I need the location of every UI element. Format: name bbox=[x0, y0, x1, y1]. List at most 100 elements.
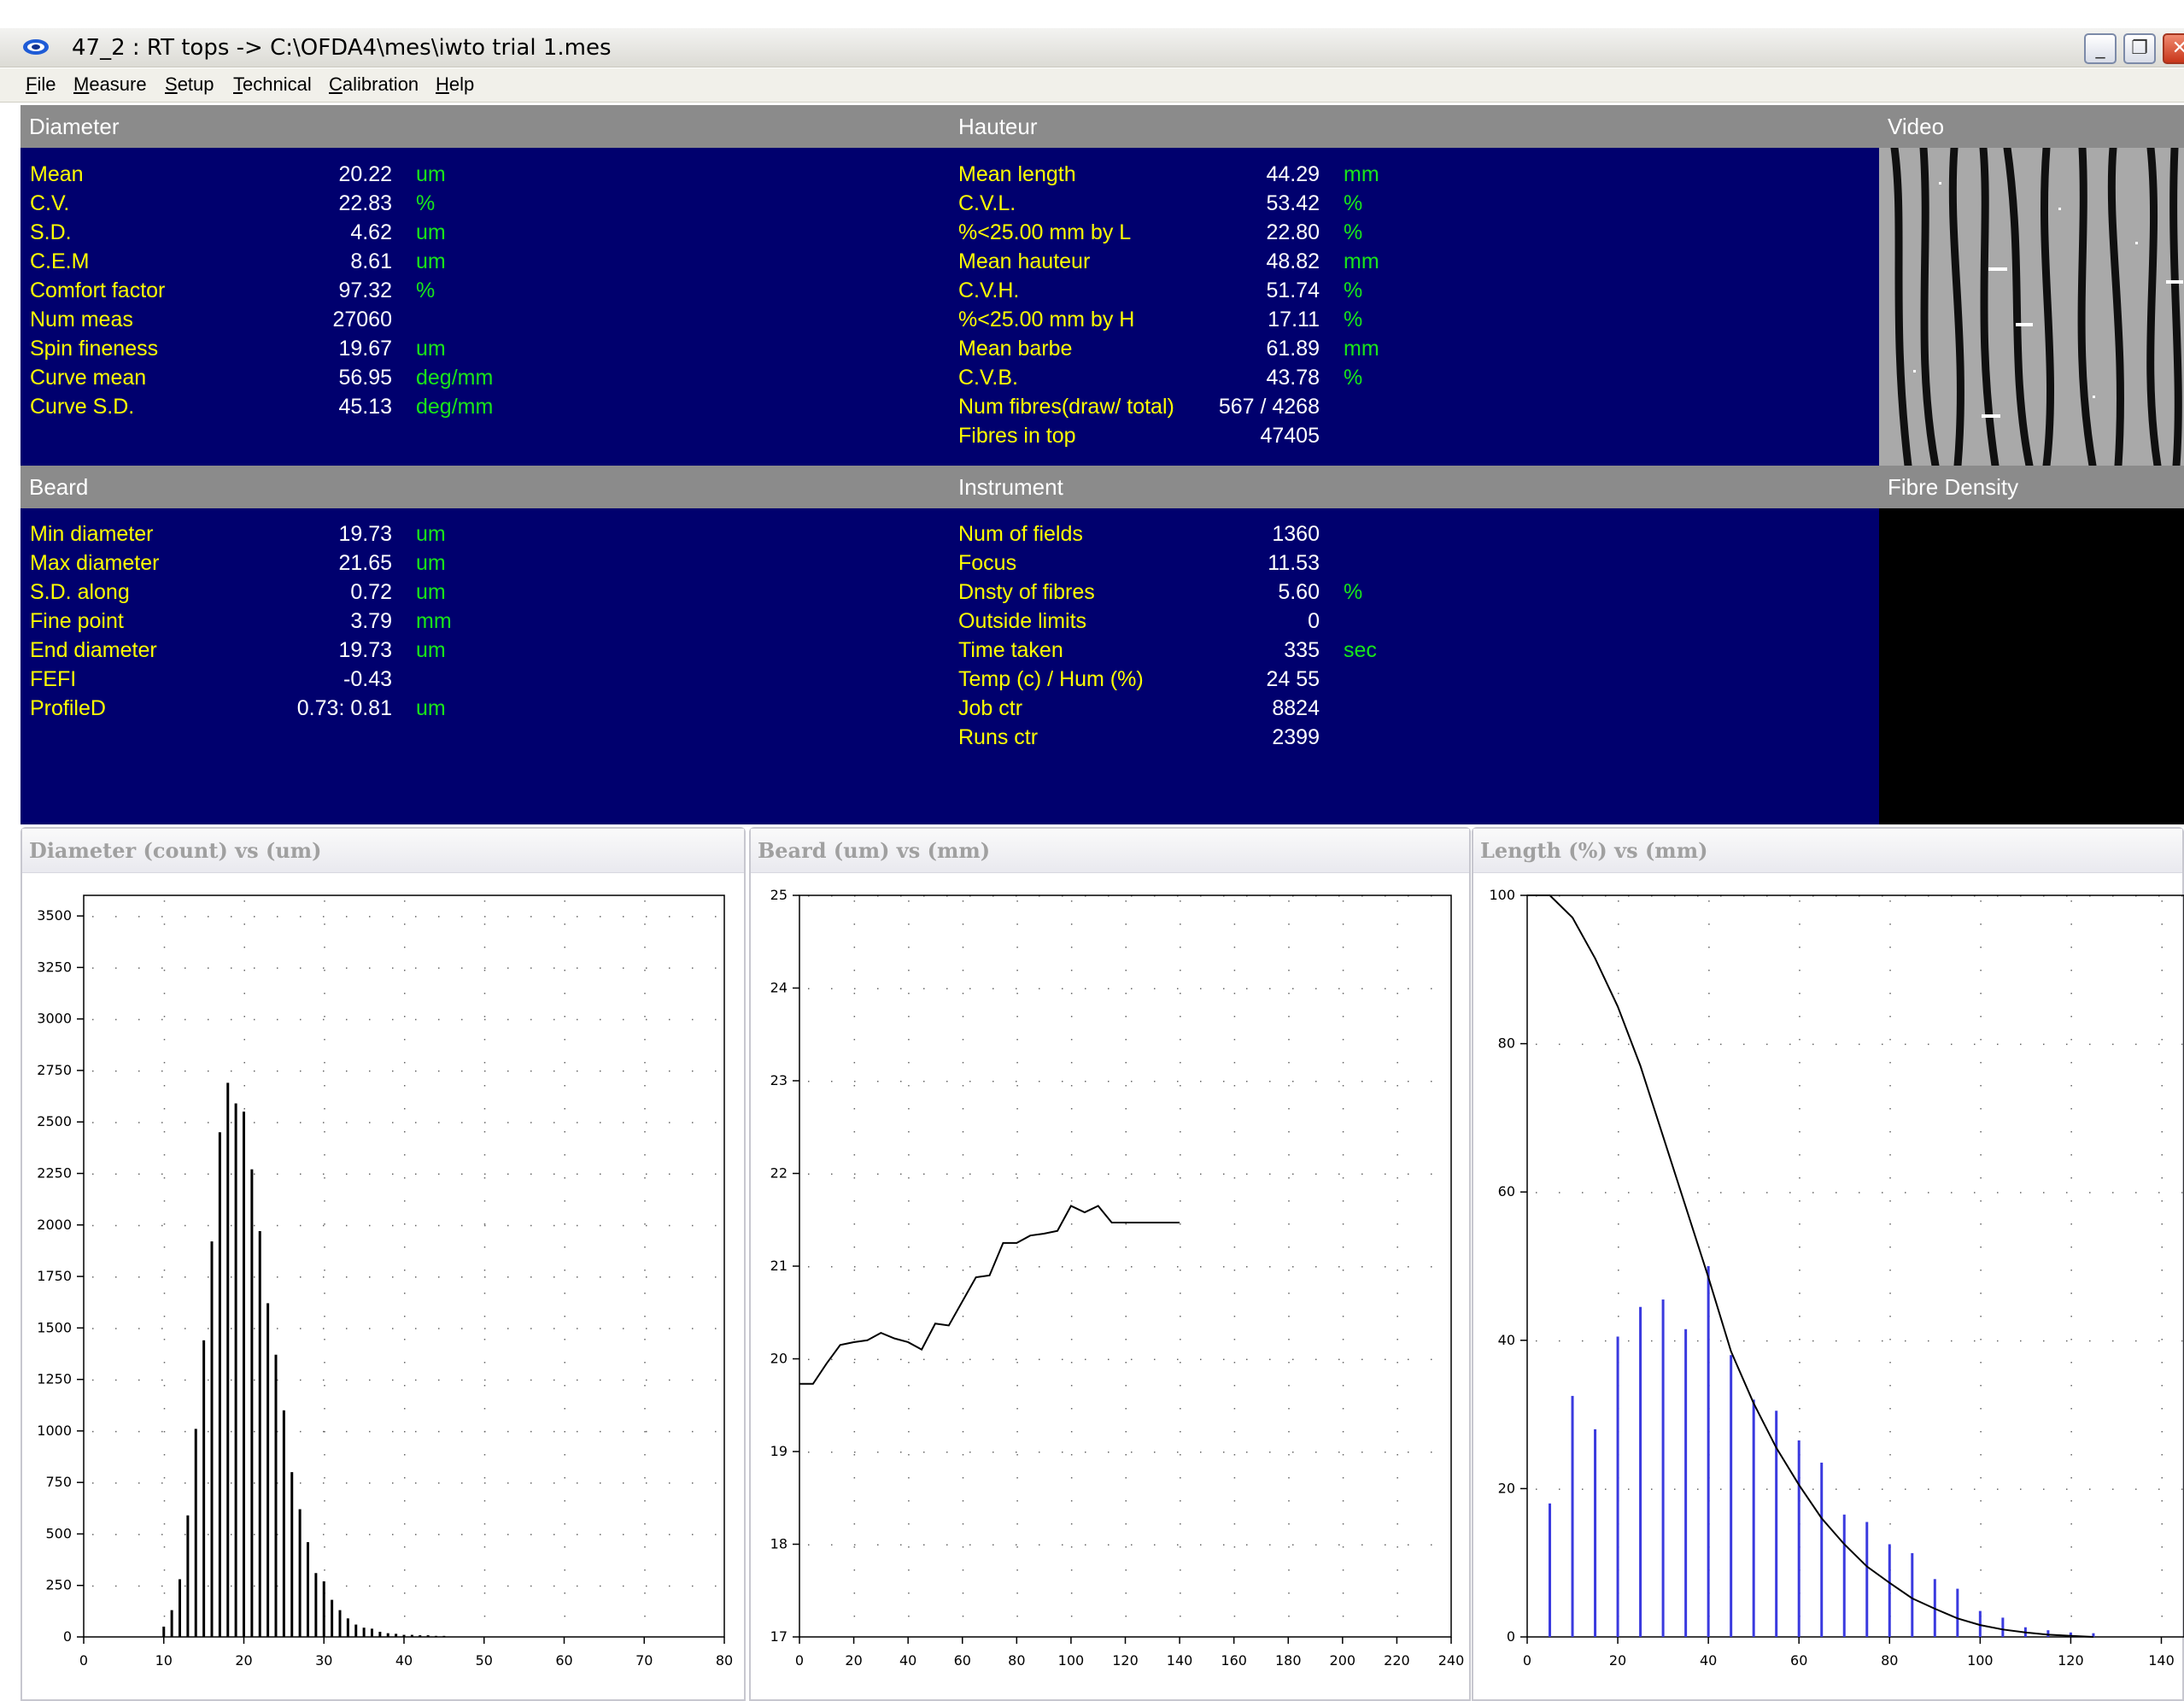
instrument-row-value-7: 2399 bbox=[1272, 725, 1320, 749]
menu-help[interactable]: Help bbox=[436, 73, 474, 96]
hauteur-row-unit-4: % bbox=[1344, 279, 1363, 302]
menu-technical-accel: T bbox=[233, 73, 243, 95]
menu-file[interactable]: File bbox=[26, 73, 56, 96]
beard-row-label-6: ProfileD bbox=[30, 696, 106, 720]
diameter-row-value-6: 19.67 bbox=[338, 337, 392, 361]
menu-bar: File Measure Setup Technical Calibration… bbox=[0, 68, 2184, 103]
hauteur-row-label-2: %<25.00 mm by L bbox=[958, 220, 1132, 244]
menu-measure[interactable]: Measure bbox=[73, 73, 147, 96]
hauteur-row-value-7: 43.78 bbox=[1266, 366, 1320, 390]
instrument-row-label-0: Num of fields bbox=[958, 522, 1083, 546]
diameter-row-label-7: Curve mean bbox=[30, 366, 147, 390]
beard-chart-panel: Beard (um) vs (mm) bbox=[749, 827, 1471, 1701]
diameter-row-unit-2: um bbox=[416, 220, 446, 244]
hauteur-row-unit-5: % bbox=[1344, 308, 1363, 331]
menu-setup-accel: S bbox=[165, 73, 178, 95]
beard-row-unit-2: um bbox=[416, 580, 446, 604]
instrument-row-value-4: 335 bbox=[1284, 638, 1320, 662]
hauteur-header: Hauteur bbox=[950, 105, 1882, 148]
beard-row-value-6: 0.73: 0.81 bbox=[296, 696, 392, 720]
menu-calibration-accel: C bbox=[329, 73, 343, 95]
beard-row-unit-6: um bbox=[416, 696, 446, 720]
menu-file-accel: F bbox=[26, 73, 38, 95]
diameter-row-unit-7: deg/mm bbox=[416, 366, 494, 390]
instrument-row-value-6: 8824 bbox=[1272, 696, 1320, 720]
diameter-row-value-7: 56.95 bbox=[338, 366, 392, 390]
instrument-row-label-4: Time taken bbox=[958, 638, 1063, 662]
diameter-row-value-1: 22.83 bbox=[338, 191, 392, 215]
hauteur-row-value-5: 17.11 bbox=[1268, 308, 1320, 331]
length-chart-panel: Length (%) vs (mm) bbox=[1472, 827, 2184, 1701]
diameter-row-value-3: 8.61 bbox=[350, 249, 392, 273]
instrument-row-label-2: Dnsty of fibres bbox=[958, 580, 1095, 604]
hauteur-row-value-3: 48.82 bbox=[1266, 249, 1320, 273]
beard-row-value-2: 0.72 bbox=[350, 580, 392, 604]
beard-row-unit-0: um bbox=[416, 522, 446, 546]
instrument-row-unit-4: sec bbox=[1344, 638, 1377, 662]
beard-row-value-1: 21.65 bbox=[338, 551, 392, 575]
hauteur-row-label-3: Mean hauteur bbox=[958, 249, 1091, 273]
diameter-row-value-2: 4.62 bbox=[350, 220, 392, 244]
beard-row-value-3: 3.79 bbox=[350, 609, 392, 633]
diameter-row-value-8: 45.13 bbox=[338, 395, 392, 419]
length-chart-title: Length (%) vs (mm) bbox=[1473, 829, 2182, 873]
diameter-chart-title: Diameter (count) vs (um) bbox=[22, 829, 744, 873]
hauteur-row-label-4: C.V.H. bbox=[958, 279, 1020, 302]
menu-technical-label: echnical bbox=[243, 73, 312, 95]
fibre-image bbox=[1879, 148, 2184, 466]
instrument-row-value-0: 1360 bbox=[1272, 522, 1320, 546]
instrument-header: Instrument bbox=[950, 466, 1882, 508]
beard-row-label-0: Min diameter bbox=[30, 522, 154, 546]
menu-calibration[interactable]: Calibration bbox=[329, 73, 419, 96]
hauteur-row-value-9: 47405 bbox=[1260, 424, 1320, 448]
hauteur-row-unit-3: mm bbox=[1344, 249, 1379, 273]
video-feed bbox=[1879, 148, 2184, 466]
beard-row-label-1: Max diameter bbox=[30, 551, 160, 575]
diameter-row-label-0: Mean bbox=[30, 162, 84, 186]
hauteur-row-value-6: 61.89 bbox=[1266, 337, 1320, 361]
diameter-row-unit-4: % bbox=[416, 279, 436, 302]
hauteur-row-value-4: 51.74 bbox=[1266, 279, 1320, 302]
menu-help-label: elp bbox=[448, 73, 475, 95]
beard-row-unit-1: um bbox=[416, 551, 446, 575]
diameter-chart-panel: Diameter (count) vs (um) bbox=[20, 827, 746, 1701]
title-bar: 47_2 : RT tops -> C:\OFDA4\mes\iwto tria… bbox=[0, 28, 2184, 67]
minimize-button[interactable]: _ bbox=[2084, 33, 2117, 64]
instrument-row-value-2: 5.60 bbox=[1278, 580, 1320, 604]
instrument-row-label-7: Runs ctr bbox=[958, 725, 1039, 749]
diameter-row-label-3: C.E.M bbox=[30, 249, 90, 273]
hauteur-row-value-2: 22.80 bbox=[1266, 220, 1320, 244]
hauteur-row-unit-0: mm bbox=[1344, 162, 1379, 186]
hauteur-row-label-9: Fibres in top bbox=[958, 424, 1076, 448]
diameter-row-label-4: Comfort factor bbox=[30, 279, 166, 302]
instrument-row-label-3: Outside limits bbox=[958, 609, 1087, 633]
maximize-button[interactable]: ❐ bbox=[2123, 33, 2156, 64]
hauteur-row-value-8: 567 / 4268 bbox=[1218, 395, 1320, 419]
hauteur-row-label-1: C.V.L. bbox=[958, 191, 1016, 215]
diameter-row-label-5: Num meas bbox=[30, 308, 133, 331]
hauteur-row-value-0: 44.29 bbox=[1266, 162, 1320, 186]
hauteur-row-label-7: C.V.B. bbox=[958, 366, 1018, 390]
diameter-row-label-6: Spin fineness bbox=[30, 337, 159, 361]
hauteur-row-label-5: %<25.00 mm by H bbox=[958, 308, 1135, 331]
menu-setup[interactable]: Setup bbox=[165, 73, 214, 96]
beard-row-label-3: Fine point bbox=[30, 609, 124, 633]
menu-technical[interactable]: Technical bbox=[233, 73, 312, 96]
hauteur-row-label-0: Mean length bbox=[958, 162, 1076, 186]
menu-setup-label: etup bbox=[177, 73, 214, 95]
instrument-row-value-5: 24 55 bbox=[1266, 667, 1320, 691]
diameter-row-unit-1: % bbox=[416, 191, 436, 215]
hauteur-row-unit-2: % bbox=[1344, 220, 1363, 244]
instrument-row-label-1: Focus bbox=[958, 551, 1017, 575]
beard-row-value-0: 19.73 bbox=[338, 522, 392, 546]
diameter-row-value-5: 27060 bbox=[332, 308, 392, 331]
diameter-row-unit-8: deg/mm bbox=[416, 395, 494, 419]
instrument-row-value-3: 0 bbox=[1308, 609, 1320, 633]
close-button[interactable]: ✕ bbox=[2163, 33, 2184, 64]
beard-row-label-5: FEFI bbox=[30, 667, 77, 691]
fibre-density-view bbox=[1879, 508, 2184, 824]
instrument-row-value-1: 11.53 bbox=[1268, 551, 1320, 575]
beard-header: Beard bbox=[20, 466, 957, 508]
instrument-row-label-5: Temp (c) / Hum (%) bbox=[958, 667, 1144, 691]
beard-row-unit-4: um bbox=[416, 638, 446, 662]
